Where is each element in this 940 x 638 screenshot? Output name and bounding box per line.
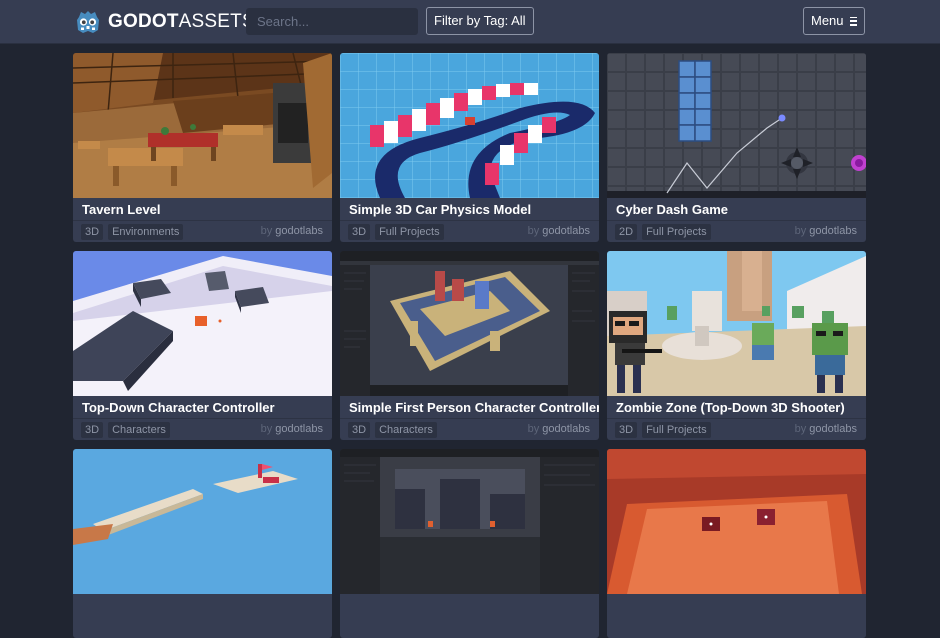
asset-thumbnail[interactable] (607, 251, 866, 396)
asset-card[interactable] (73, 449, 332, 638)
top-navbar: GODOTASSETS Filter by Tag: All Menu (0, 0, 940, 44)
tag[interactable]: Full Projects (375, 224, 444, 240)
brand-name-bold: GODOT (108, 11, 179, 32)
asset-card[interactable]: Simple 3D Car Physics Model 3D Full Proj… (340, 53, 599, 242)
tag[interactable]: 3D (615, 422, 638, 438)
author-name[interactable]: godotlabs (275, 225, 323, 237)
tag-list: 2D Full Projects (615, 224, 711, 240)
tag[interactable]: Environments (108, 224, 184, 240)
asset-title[interactable]: Simple First Person Character Controller (349, 400, 599, 415)
menu-button[interactable]: Menu (803, 7, 865, 35)
author-name[interactable]: godotlabs (542, 423, 590, 435)
card-divider (607, 418, 866, 419)
asset-author: by godotlabs (261, 423, 323, 435)
tag[interactable]: Full Projects (642, 224, 711, 240)
tag-list: 3D Environments (81, 224, 184, 240)
asset-author: by godotlabs (795, 423, 857, 435)
asset-thumbnail[interactable] (73, 251, 332, 396)
asset-title[interactable]: Zombie Zone (Top-Down 3D Shooter) (616, 400, 845, 415)
tag[interactable]: 3D (81, 422, 104, 438)
asset-author: by godotlabs (261, 225, 323, 237)
by-label: by (260, 225, 273, 237)
author-name[interactable]: godotlabs (809, 225, 857, 237)
card-divider (340, 220, 599, 221)
by-label: by (260, 423, 273, 435)
asset-card[interactable]: Cyber Dash Game 2D Full Projects by godo… (607, 53, 866, 242)
author-name[interactable]: godotlabs (275, 423, 323, 435)
asset-card[interactable]: Top-Down Character Controller 3D Charact… (73, 251, 332, 440)
tag[interactable]: Characters (375, 422, 437, 438)
tag-list: 3D Full Projects (615, 422, 711, 438)
author-name[interactable]: godotlabs (809, 423, 857, 435)
asset-title[interactable]: Tavern Level (82, 202, 161, 217)
by-label: by (527, 225, 540, 237)
author-name[interactable]: godotlabs (542, 225, 590, 237)
asset-title[interactable]: Top-Down Character Controller (82, 400, 275, 415)
tag[interactable]: 3D (348, 224, 371, 240)
asset-author: by godotlabs (528, 225, 590, 237)
asset-author: by godotlabs (795, 225, 857, 237)
menu-label: Menu (811, 13, 844, 28)
tag[interactable]: Characters (108, 422, 170, 438)
search-input[interactable] (246, 8, 418, 35)
asset-thumbnail[interactable] (340, 53, 599, 198)
tag-list: 3D Characters (81, 422, 170, 438)
tag-list: 3D Full Projects (348, 224, 444, 240)
brand-name: GODOTASSETS (108, 11, 255, 33)
tag[interactable]: 2D (615, 224, 638, 240)
asset-thumbnail[interactable] (73, 53, 332, 198)
tag[interactable]: Full Projects (642, 422, 711, 438)
asset-card[interactable] (340, 449, 599, 638)
card-divider (340, 418, 599, 419)
asset-thumbnail[interactable] (607, 449, 866, 594)
card-divider (73, 418, 332, 419)
asset-title[interactable]: Cyber Dash Game (616, 202, 728, 217)
asset-title[interactable]: Simple 3D Car Physics Model (349, 202, 531, 217)
filter-label: Filter by Tag: All (434, 13, 526, 28)
site-logo[interactable]: GODOTASSETS (74, 8, 255, 36)
by-label: by (794, 225, 807, 237)
card-divider (607, 220, 866, 221)
asset-thumbnail[interactable] (340, 251, 599, 396)
card-divider (73, 220, 332, 221)
by-label: by (794, 423, 807, 435)
asset-thumbnail[interactable] (73, 449, 332, 594)
asset-card[interactable]: Simple First Person Character Controller… (340, 251, 599, 440)
tag-list: 3D Characters (348, 422, 437, 438)
asset-grid: Tavern Level 3D Environments by godotlab… (73, 53, 866, 638)
asset-author: by godotlabs (528, 423, 590, 435)
asset-thumbnail[interactable] (607, 53, 866, 198)
by-label: by (527, 423, 540, 435)
tag[interactable]: 3D (81, 224, 104, 240)
tag[interactable]: 3D (348, 422, 371, 438)
asset-thumbnail[interactable] (340, 449, 599, 594)
hamburger-icon (849, 16, 857, 26)
filter-by-tag-button[interactable]: Filter by Tag: All (426, 7, 534, 35)
asset-card[interactable] (607, 449, 866, 638)
asset-card[interactable]: Zombie Zone (Top-Down 3D Shooter) 3D Ful… (607, 251, 866, 440)
godot-robot-icon (77, 11, 99, 33)
asset-card[interactable]: Tavern Level 3D Environments by godotlab… (73, 53, 332, 242)
brand-name-thin: ASSETS (178, 11, 255, 32)
